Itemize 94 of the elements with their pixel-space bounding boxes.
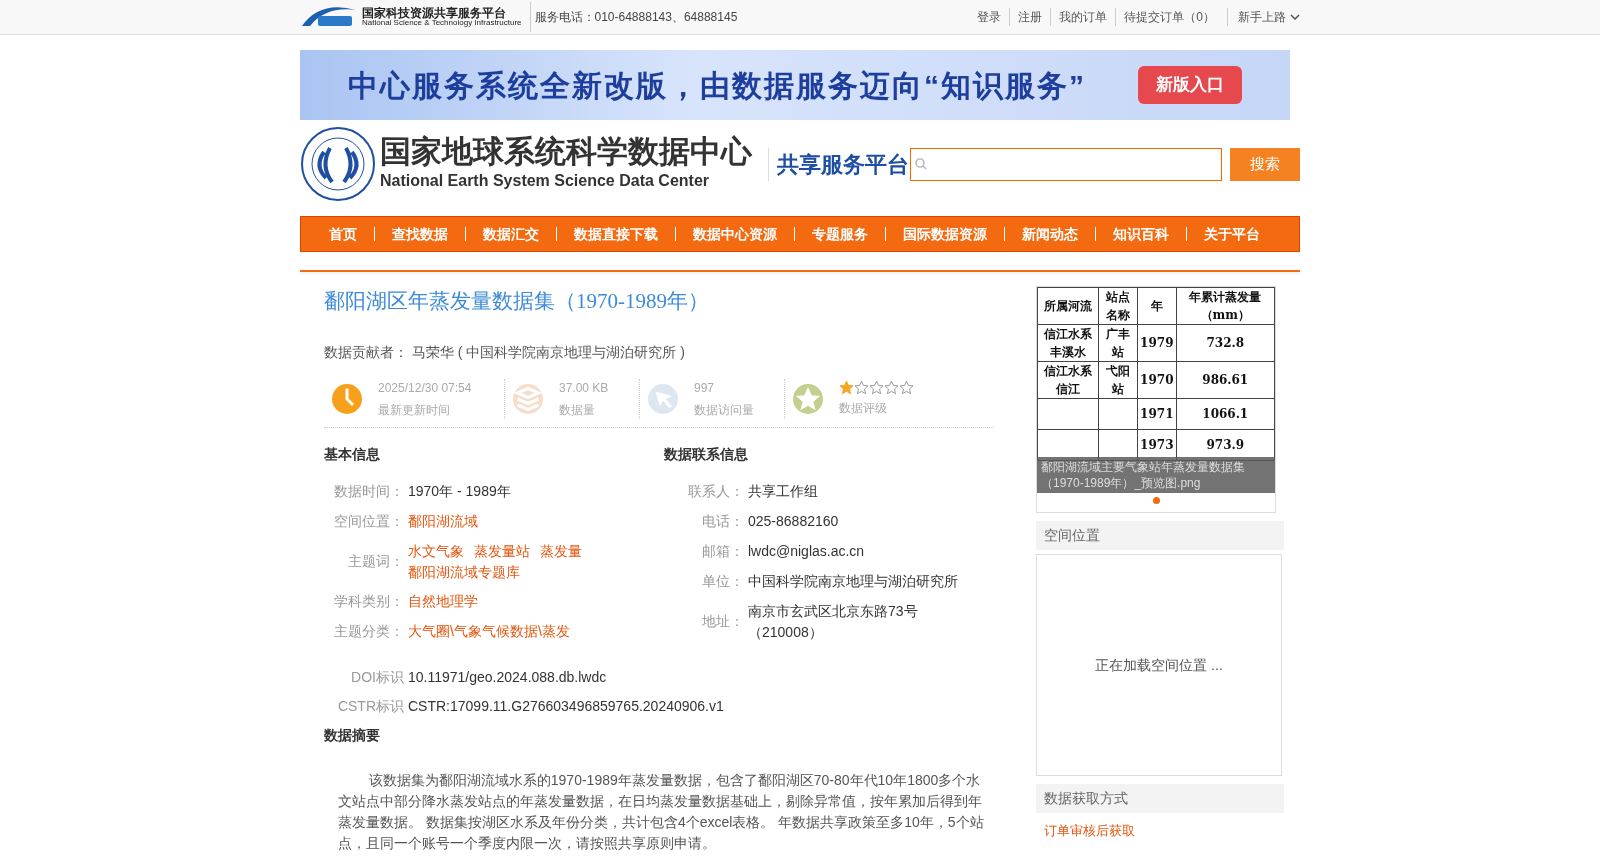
field-label: 数据时间： [333,482,404,501]
cursor-icon [648,383,678,414]
search-field[interactable] [910,147,1222,181]
platform-subtitle: 共享服务平台 [768,147,909,181]
table-cell: 信江水系信江 [1037,361,1099,399]
stat-label: 数据量 [559,401,596,419]
filled-star-icon [839,380,854,395]
banner-text: 中心服务系统全新改版，由数据服务迈向“知识服务” [348,67,1086,104]
nav-link[interactable]: 查找数据 [374,227,465,241]
table-cell: 广丰站 [1098,324,1138,362]
nav-link[interactable]: 首页 [301,227,374,241]
section-heading: 数据联系信息 [664,444,749,464]
keyword-link[interactable]: 蒸发量 [540,540,582,562]
table-cell [1037,398,1099,430]
guide-dropdown[interactable]: 新手上路 [1227,8,1300,26]
table-cell: 1971 [1137,398,1176,430]
nav-link[interactable]: 专题服务 [794,227,885,241]
nav-link[interactable]: 数据中心资源 [675,227,794,241]
field-value: 南京市玄武区北京东路73号（210008） [747,601,919,642]
sidebar-heading: 数据获取方式 [1036,784,1284,813]
top-link[interactable]: 注册 [1009,8,1051,26]
keyword-link[interactable]: 自然地理学 [408,591,478,612]
keyword-link[interactable]: 鄱阳湖流域 [408,511,478,532]
section-heading: 基本信息 [324,444,381,464]
dataset-title: 鄱阳湖区年蒸发量数据集（1970-1989年） [324,288,710,315]
center-emblem-icon [300,126,376,202]
field-label: 地址： [701,612,744,631]
stat-label: 数据评级 [839,400,888,417]
contributor-text: 数据贡献者： 马荣华 ( 中国科学院南京地理与湖泊研究所 ) [324,342,686,362]
chevron-down-icon [1290,14,1300,20]
nav-link[interactable]: 国际数据资源 [885,227,1004,241]
carousel-dot[interactable] [1152,497,1160,504]
nav-link[interactable]: 知识百科 [1095,227,1186,241]
table-cell: 986.61 [1176,361,1275,399]
search-button[interactable]: 搜索 [1230,147,1300,181]
field-label: 学科类别： [333,592,404,611]
search-icon [915,158,927,170]
section-heading: 数据摘要 [324,725,381,745]
table-cell: 1979 [1137,324,1176,362]
stat-value: 2025/12/30 07:54 [378,379,472,397]
field-label: CSTR标识 [336,696,404,716]
table-header-cell: 站点名称 [1098,287,1138,325]
field-value: 1970年 - 1989年 [408,483,511,499]
table-cell: 732.8 [1176,324,1275,362]
logo-title: 国家科技资源共享服务平台 [362,7,507,19]
stat-label: 最新更新时间 [378,401,451,419]
table-cell: 1066.1 [1176,398,1275,430]
loading-text: 正在加载空间位置 ... [1095,655,1223,675]
field-value: CSTR:17099.11.G276603496859765.20240906.v1 [407,696,724,716]
table-cell [1098,398,1138,430]
field-label: 主题词： [347,552,404,571]
field-value: 中国科学院南京地理与湖泊研究所 [747,572,959,591]
top-link[interactable]: 我的订单 [1050,8,1116,26]
access-link[interactable]: 订单审核后获取 [1044,821,1135,841]
stat-label: 数据访问量 [694,401,754,419]
table-header-cell: 所属河流 [1037,287,1099,325]
center-subtitle: National Earth System Science Data Center [380,171,710,192]
field-label: 空间位置： [333,512,404,531]
top-link[interactable]: 登录 [969,8,1010,26]
field-label: 联系人： [687,482,744,501]
table-cell: 信江水系丰溪水 [1037,324,1099,362]
nav-link[interactable]: 数据直接下载 [556,227,675,241]
table-header-cell: 年 [1137,287,1176,325]
new-version-button[interactable]: 新版入口 [1138,66,1242,104]
field-label: 邮箱： [701,542,744,561]
field-label: 电话： [701,512,744,531]
image-caption: 鄱阳湖流域主要气象站年蒸发量数据集（1970-1989年）_预览图.png [1037,457,1275,493]
keyword-link[interactable]: 水文气象 [408,540,464,562]
phone-text: 服务电话：010-64888143、64888145 [534,9,738,26]
field-label: DOI标识 [350,667,404,687]
table-header-cell: 年累计蒸发量（mm） [1176,287,1275,325]
layers-icon [513,383,543,414]
stat-value: 37.00 KB [559,379,609,397]
abstract-text: 该数据集为鄱阳湖流域水系的1970-1989年蒸发量数据，包含了鄱阳湖区70-80年代10年1800多个水文站点中部分降水蒸发站点的年蒸发量数据，在日均蒸发量数据基础上，剔除异常值，按年累加后得到年蒸发量数据。 数据集按湖区水系及年份分类，共计包含4个excel表格。 年数据共享政策至多10年，5个站点，且同一个账号一个季度内限一次，请按照共享原则申请。 [337,770,985,853]
stat-value: 997 [694,379,716,397]
sidebar-heading: 空间位置 [1036,521,1284,550]
nav-link[interactable]: 新闻动态 [1004,227,1095,241]
field-label: 主题分类： [333,622,404,641]
field-value: 共享工作组 [747,482,819,501]
field-value: 10.11971/geo.2024.088.db.lwdc [407,667,607,687]
table-cell: 弋阳站 [1098,361,1138,399]
clock-icon [332,383,362,414]
keyword-link[interactable]: 蒸发量站 [474,540,530,562]
nav-link[interactable]: 数据汇交 [465,227,556,241]
top-link[interactable]: 待提交订单（0） [1115,8,1223,26]
field-label: 单位： [701,572,744,591]
field-value: 025-86882160 [747,512,840,531]
table-cell: 1970 [1137,361,1176,399]
center-title: 国家地球系统科学数据中心 [380,134,752,170]
keyword-link[interactable]: 大气圈\气象气候数据\蒸发 [408,621,570,642]
keyword-link[interactable]: 鄱阳湖流域专题库 [408,561,520,583]
logo-subtitle: National Science & Technology Infrastructure [362,19,522,27]
nav-link[interactable]: 关于平台 [1186,227,1277,241]
field-value: lwdc@niglas.ac.cn [747,542,866,561]
